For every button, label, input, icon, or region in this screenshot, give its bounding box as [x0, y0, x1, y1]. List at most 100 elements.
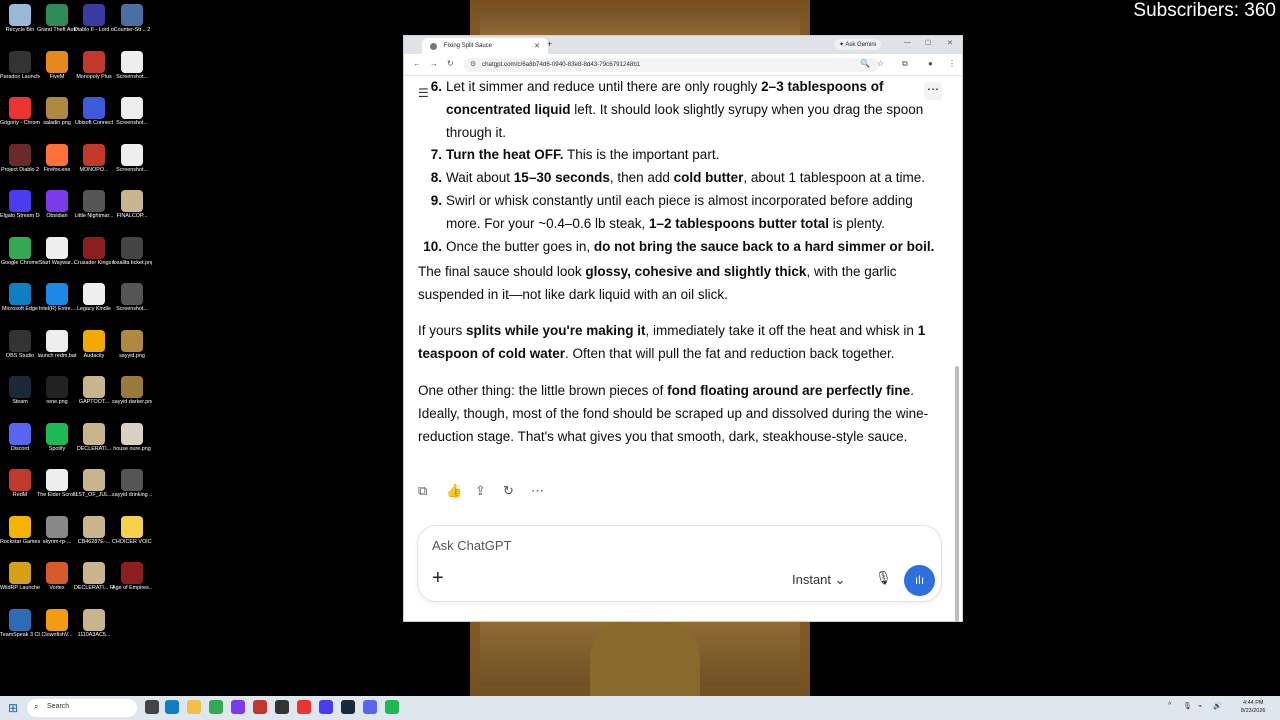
- desktop-icon[interactable]: Vortex: [37, 562, 77, 608]
- composer-input[interactable]: Ask ChatGPT: [432, 538, 511, 553]
- new-tab-icon[interactable]: +: [547, 39, 552, 49]
- desktop-icon[interactable]: Grigoriy - Chrome: [0, 97, 40, 143]
- desktop-icon[interactable]: skyrim-rp-...: [37, 515, 77, 562]
- tab-fixing-split-sauce[interactable]: Fixing Split Sauce ✕: [422, 38, 548, 54]
- desktop-icon[interactable]: Ubisoft Connect: [74, 97, 114, 143]
- thumbs-icon[interactable]: 👍: [446, 483, 462, 499]
- desktop-icon[interactable]: Microsoft Edge: [0, 283, 40, 329]
- desktop-icon[interactable]: rosalita ticket.png: [112, 236, 152, 283]
- desktop-icon[interactable]: Diablo II - Lord of D...: [74, 4, 114, 50]
- desktop-icon[interactable]: Discord: [0, 422, 40, 469]
- sidebar-toggle-icon[interactable]: ☰: [418, 86, 429, 100]
- desktop-icon[interactable]: FiveM: [37, 50, 77, 97]
- discord-taskbar-icon[interactable]: [363, 700, 377, 714]
- desktop-icon[interactable]: Little Nightmar...: [74, 190, 114, 236]
- taskbar-clock[interactable]: 4:44 PM 8/23/2026: [1241, 699, 1265, 715]
- desktop-icon[interactable]: Steam: [0, 376, 40, 422]
- desktop-icon[interactable]: CB46287E-...: [74, 515, 114, 562]
- desktop-icon[interactable]: The Elder Scrolls ...: [37, 469, 77, 515]
- microphone-icon[interactable]: 🎙: [875, 570, 892, 586]
- regenerate-icon[interactable]: ↻: [503, 483, 514, 499]
- desktop-icon[interactable]: Firefox.exe: [37, 143, 77, 190]
- desktop-icon[interactable]: 1ST_OF_JUL...: [74, 469, 114, 515]
- desktop-icon[interactable]: GAPTOOT...: [74, 376, 114, 422]
- taskbar-search[interactable]: ⌕ Search: [27, 699, 137, 717]
- edge-taskbar-icon[interactable]: [165, 700, 179, 714]
- desktop-icon[interactable]: Monopoly Plus: [74, 50, 114, 97]
- scrollbar[interactable]: [955, 366, 959, 622]
- reload-icon[interactable]: ↻: [447, 59, 454, 68]
- minimize-icon[interactable]: —: [904, 39, 911, 46]
- desktop-icon[interactable]: Google Chrome: [0, 236, 40, 283]
- desktop-icon[interactable]: 1110A3AC5...: [74, 608, 114, 655]
- site-info-icon[interactable]: ⚙: [470, 60, 476, 68]
- back-icon[interactable]: ←: [413, 59, 421, 68]
- desktop-icon[interactable]: Start Waywar...: [37, 236, 77, 283]
- desktop-icon[interactable]: launch redm.bat: [37, 329, 77, 376]
- desktop-icon[interactable]: Spotify: [37, 422, 77, 469]
- redm-taskbar-icon[interactable]: [253, 700, 267, 714]
- desktop-icon[interactable]: Rockstar Games ...: [0, 515, 40, 562]
- desktop-icon[interactable]: DECLERATI... FINAL.png: [74, 562, 114, 608]
- task-view-icon[interactable]: [145, 700, 159, 714]
- composer[interactable]: Ask ChatGPT + Instant ⌄ 🎙 ılı: [418, 526, 941, 601]
- steam-taskbar-icon[interactable]: [341, 700, 355, 714]
- desktop-icon[interactable]: Paradox Launcher v2: [0, 50, 40, 97]
- desktop-icon[interactable]: house oure.png: [112, 422, 152, 469]
- desktop-icon[interactable]: WildRP Launcher: [0, 562, 40, 608]
- desktop-icon[interactable]: CHOICER VOICER: [112, 515, 152, 562]
- desktop-icon[interactable]: Crusader Kings III: [74, 236, 114, 283]
- url-field[interactable]: ⚙ chatgpt.com/c/6a8b74d6-0940-83e8-8d43-…: [464, 58, 879, 72]
- desktop-icon[interactable]: Elgato Stream Deck: [0, 190, 40, 236]
- desktop-icon[interactable]: Recycle Bin: [0, 4, 40, 50]
- desktop-icon[interactable]: rene.png: [37, 376, 77, 422]
- model-mode-selector[interactable]: Instant ⌄: [792, 572, 846, 588]
- terminal-taskbar-icon[interactable]: [275, 700, 289, 714]
- extensions-icon[interactable]: ⧉: [902, 59, 908, 69]
- desktop-icon[interactable]: FINALCOP...: [112, 190, 152, 236]
- desktop-icon[interactable]: sayyid drinking ...: [112, 469, 152, 515]
- desktop-icon[interactable]: Audacity: [74, 329, 114, 376]
- maximize-icon[interactable]: ☐: [925, 39, 931, 47]
- desktop-icon[interactable]: Screenshot...: [112, 97, 152, 143]
- tray-volume-icon[interactable]: 🔊: [1213, 702, 1222, 710]
- app-taskbar-icon[interactable]: [231, 700, 245, 714]
- desktop-icon[interactable]: RedM: [0, 469, 40, 515]
- stream-deck-taskbar-icon[interactable]: [319, 700, 333, 714]
- desktop-icon[interactable]: Screenshot...: [112, 143, 152, 190]
- menu-kebab-icon[interactable]: ⋮: [948, 59, 956, 68]
- voice-mode-button[interactable]: ılı: [904, 565, 935, 596]
- desktop-icon[interactable]: OBS Studio: [0, 329, 40, 376]
- desktop-icon[interactable]: DECLERATI...: [74, 422, 114, 469]
- tray-network-icon[interactable]: ⌁: [1198, 702, 1202, 710]
- message-options-icon[interactable]: ⋯: [924, 82, 942, 100]
- copy-icon[interactable]: ⧉: [418, 483, 427, 499]
- desktop-icon[interactable]: ClownfishV...: [37, 608, 77, 655]
- share-icon[interactable]: ⇪: [475, 483, 486, 499]
- start-button-icon[interactable]: ⊞: [8, 701, 18, 715]
- more-actions-icon[interactable]: ⋯: [531, 483, 544, 499]
- explorer-taskbar-icon[interactable]: [187, 700, 201, 714]
- forward-icon[interactable]: →: [430, 59, 438, 68]
- tray-chevron-icon[interactable]: ^: [1168, 702, 1171, 709]
- chrome-taskbar-icon[interactable]: [209, 700, 223, 714]
- desktop-icon[interactable]: sayyid darker.png: [112, 376, 152, 422]
- desktop-icon[interactable]: Intel(R) Extre...: [37, 283, 77, 329]
- desktop-icon[interactable]: Age of Empires...: [112, 562, 152, 608]
- desktop-icon[interactable]: Screenshot...: [112, 50, 152, 97]
- close-tab-icon[interactable]: ✕: [534, 42, 540, 50]
- desktop-icon[interactable]: TeamSpeak 3 Client: [0, 608, 40, 655]
- spotify-taskbar-icon[interactable]: [385, 700, 399, 714]
- profile-avatar-icon[interactable]: ●: [928, 59, 933, 68]
- add-attachment-icon[interactable]: +: [432, 567, 444, 590]
- desktop-icon[interactable]: Obsidian: [37, 190, 77, 236]
- desktop-icon[interactable]: Legacy Kindle: [74, 283, 114, 329]
- desktop-icon[interactable]: Grand Theft Auto V Le...: [37, 4, 77, 50]
- close-window-icon[interactable]: ✕: [947, 39, 953, 47]
- chrome-profile-taskbar-icon[interactable]: [297, 700, 311, 714]
- bookmark-star-icon[interactable]: ☆: [877, 59, 884, 68]
- zoom-icon[interactable]: 🔍: [860, 59, 870, 68]
- desktop-icon[interactable]: saladin.png: [37, 97, 77, 143]
- desktop-icon[interactable]: Project Diablo 2: [0, 143, 40, 190]
- desktop-icon[interactable]: sayyid.png: [112, 329, 152, 376]
